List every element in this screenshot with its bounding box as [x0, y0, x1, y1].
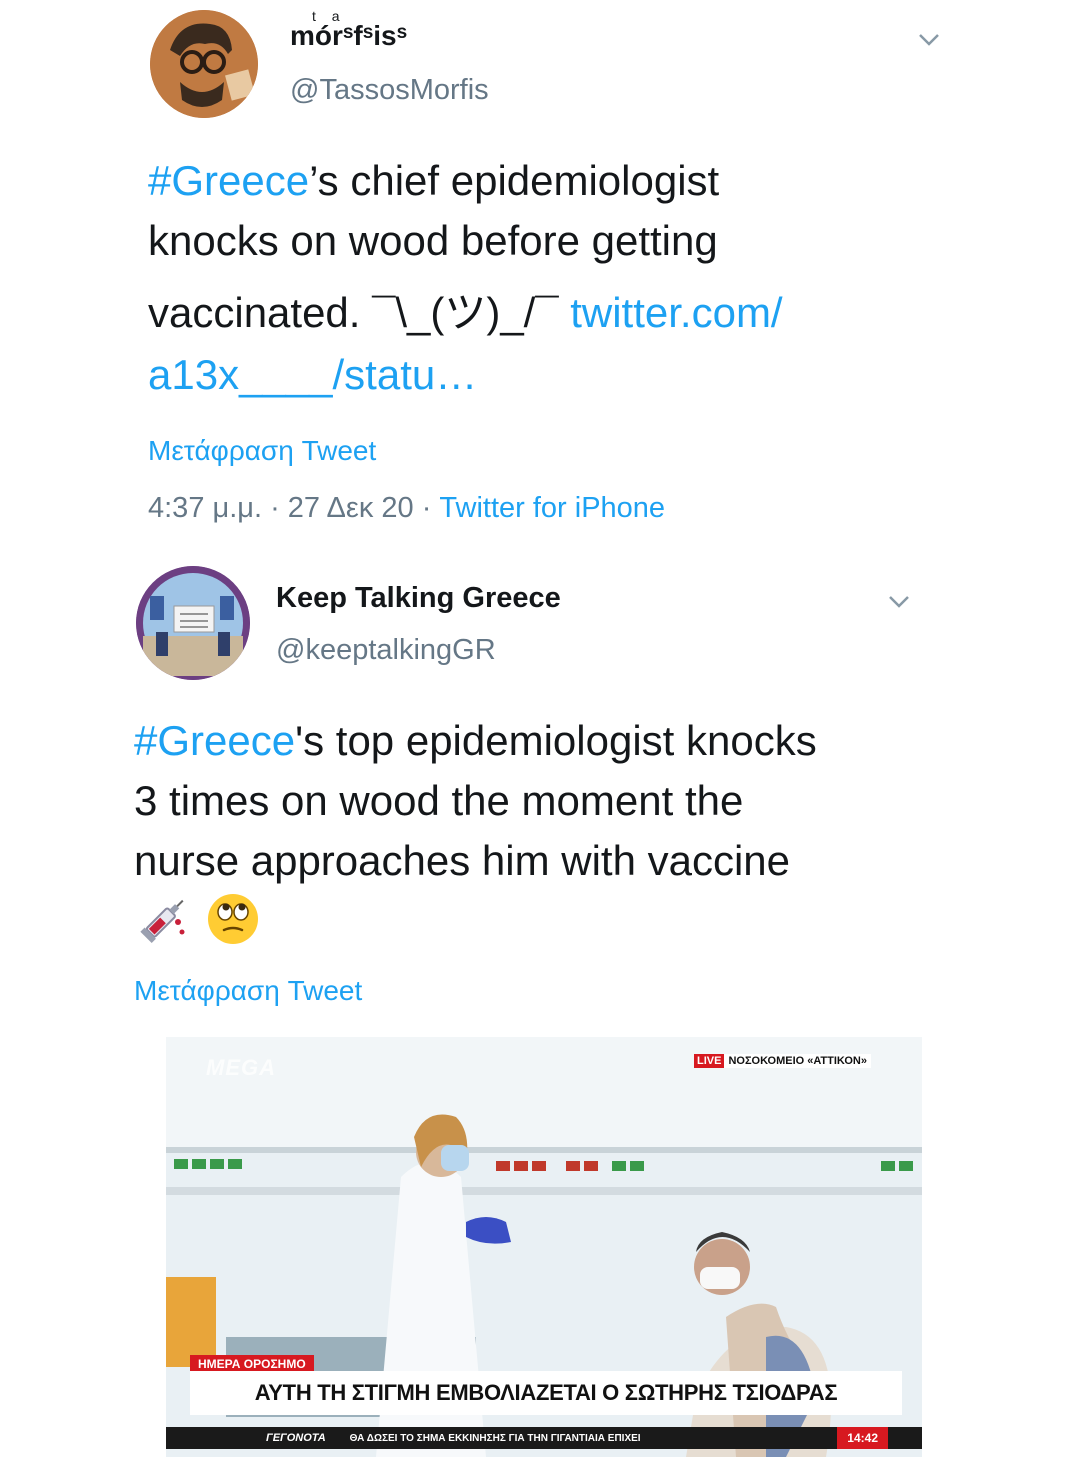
tweet-meta: 4:37 μ.μ. · 27 Δεκ 20 · Twitter for iPho…: [148, 492, 665, 525]
avatar[interactable]: [150, 10, 258, 118]
timestamp[interactable]: 4:37 μ.μ. · 27 Δεκ 20 ·: [148, 492, 439, 524]
live-label: LIVE: [694, 1054, 725, 1068]
status-link[interactable]: twitter.com/: [570, 289, 782, 336]
live-badge: LIVE ΝΟΣΟΚΟΜΕΙΟ «ΑΤΤΙΚΟΝ»: [694, 1053, 871, 1069]
video-player[interactable]: MEGA LIVE ΝΟΣΟΚΟΜΕΙΟ «ΑΤΤΙΚΟΝ» ΗΜΕΡΑ ΟΡΟ…: [166, 1037, 922, 1457]
hashtag-link[interactable]: #Greece: [148, 157, 309, 204]
location-label: ΝΟΣΟΚΟΜΕΙΟ «ΑΤΤΙΚΟΝ»: [724, 1054, 871, 1068]
translate-tweet-link[interactable]: Μετάφραση Tweet: [134, 975, 362, 1007]
ticker-text: ΘΑ ΔΩΣΕΙ ΤΟ ΣΗΜΑ ΕΚΚΙΝΗΣΗΣ ΓΙΑ ΤΗΝ ΓΙΓΑΝ…: [349, 1432, 641, 1444]
display-name[interactable]: Keep Talking Greece: [276, 582, 561, 615]
headline-bar: ΑΥΤΗ ΤΗ ΣΤΙΓΜΗ ΕΜΒΟΛΙΑΖΕΤΑΙ Ο ΣΩΤΗΡΗΣ ΤΣ…: [190, 1371, 902, 1415]
syringe-icon: [136, 892, 190, 946]
tweet-text-line1: 's top epidemiologist knocks: [295, 717, 817, 764]
tweet-text-line3: vaccinated. ¯\_(ツ)_/¯: [148, 289, 559, 336]
caricature-avatar-image: [150, 10, 258, 118]
ticker-bar: ΓΕΓΟΝΟΤΑ ΘΑ ΔΩΣΕΙ ΤΟ ΣΗΜΑ ΕΚΚΙΝΗΣΗΣ ΓΙΑ …: [166, 1427, 922, 1449]
hashtag-link[interactable]: #Greece: [134, 717, 295, 764]
tweet-text-line3: nurse approaches him with vaccine: [134, 837, 791, 884]
tweet-text: #Greece’s chief epidemiologist knocks on…: [148, 150, 1008, 406]
tweet-text-line2: knocks on wood before getting: [148, 217, 718, 264]
status-link-continued[interactable]: a13x____/statu…: [148, 351, 477, 398]
avatar[interactable]: [136, 566, 250, 680]
chevron-down-icon[interactable]: [888, 590, 910, 612]
user-handle[interactable]: @TassosMorfis: [290, 74, 489, 107]
tweet-text-line2: 3 times on wood the moment the: [134, 777, 744, 824]
display-name[interactable]: mórˢfˢisˢ: [290, 20, 407, 52]
source-link[interactable]: Twitter for iPhone: [439, 492, 665, 524]
chevron-down-icon[interactable]: [918, 28, 940, 50]
ticker-clock: 14:42: [837, 1427, 888, 1449]
beach-avatar-image: [136, 566, 250, 680]
headline-text: ΑΥΤΗ ΤΗ ΣΤΙΓΜΗ ΕΜΒΟΛΙΑΖΕΤΑΙ Ο ΣΩΤΗΡΗΣ ΤΣ…: [254, 1380, 838, 1405]
user-handle[interactable]: @keeptalkingGR: [276, 634, 496, 667]
face-with-rolling-eyes-icon: [206, 892, 260, 946]
ticker-brand: ΓΕΓΟΝΟΤΑ: [266, 1432, 326, 1444]
channel-logo: MEGA: [206, 1055, 276, 1080]
tweet-text: #Greece's top epidemiologist knocks 3 ti…: [134, 710, 1014, 890]
translate-tweet-link[interactable]: Μετάφραση Tweet: [148, 435, 376, 467]
tweet-text-line1: ’s chief epidemiologist: [309, 157, 720, 204]
